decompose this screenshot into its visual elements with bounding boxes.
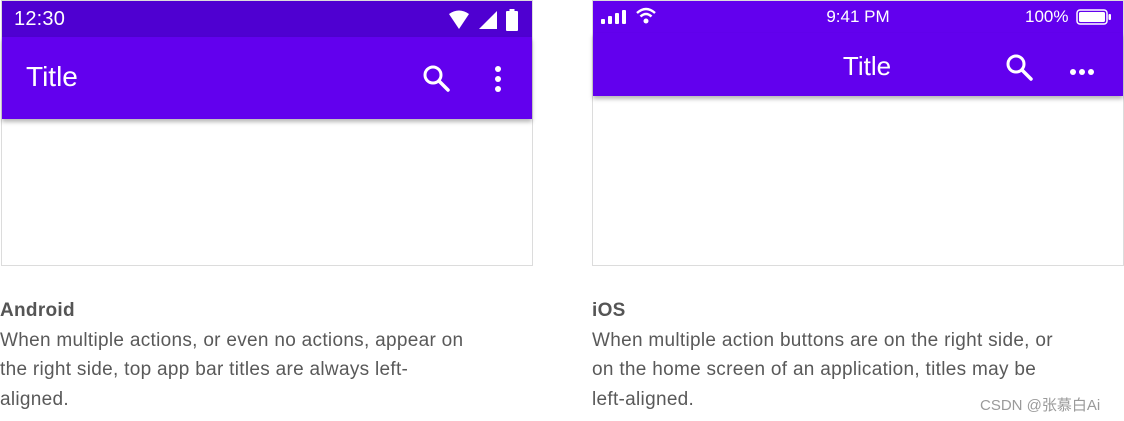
more-horiz-icon[interactable] [1069,63,1095,81]
battery-icon [506,9,518,37]
ios-status-bar: 9:41 PM 100% [593,1,1123,33]
android-top-app-bar: Title [2,37,532,119]
ios-top-app-bar: Title [593,33,1123,96]
ios-screen-frame: 9:41 PM 100% Title [592,0,1124,266]
caption-line: aligned. [0,388,69,410]
battery-icon [1076,9,1112,30]
cell-signal-icon [478,10,498,36]
search-icon[interactable] [422,64,450,97]
more-vert-icon[interactable] [492,65,504,98]
battery-percent: 100% [1025,7,1069,26]
search-icon[interactable] [1005,53,1033,86]
app-bar-title: Title [842,51,892,81]
caption-heading: Android [0,300,75,321]
caption-line: the right side, top app bar titles are a… [0,359,409,380]
android-caption: Android When multiple actions, or even n… [0,296,535,414]
caption-line: on the home screen of an application, ti… [592,359,1037,380]
caption-heading: iOS [592,300,626,321]
caption-line: When multiple action buttons are on the … [592,329,1053,351]
caption-line: When multiple actions, or even no action… [0,329,464,351]
app-bar-title: Title [26,61,78,92]
watermark: CSDN @张慕白Ai [980,397,1101,414]
android-status-bar: 12:30 [2,1,532,37]
status-time: 12:30 [14,7,66,30]
wifi-icon [448,10,470,36]
android-screen-frame: 12:30 Title [1,0,533,266]
